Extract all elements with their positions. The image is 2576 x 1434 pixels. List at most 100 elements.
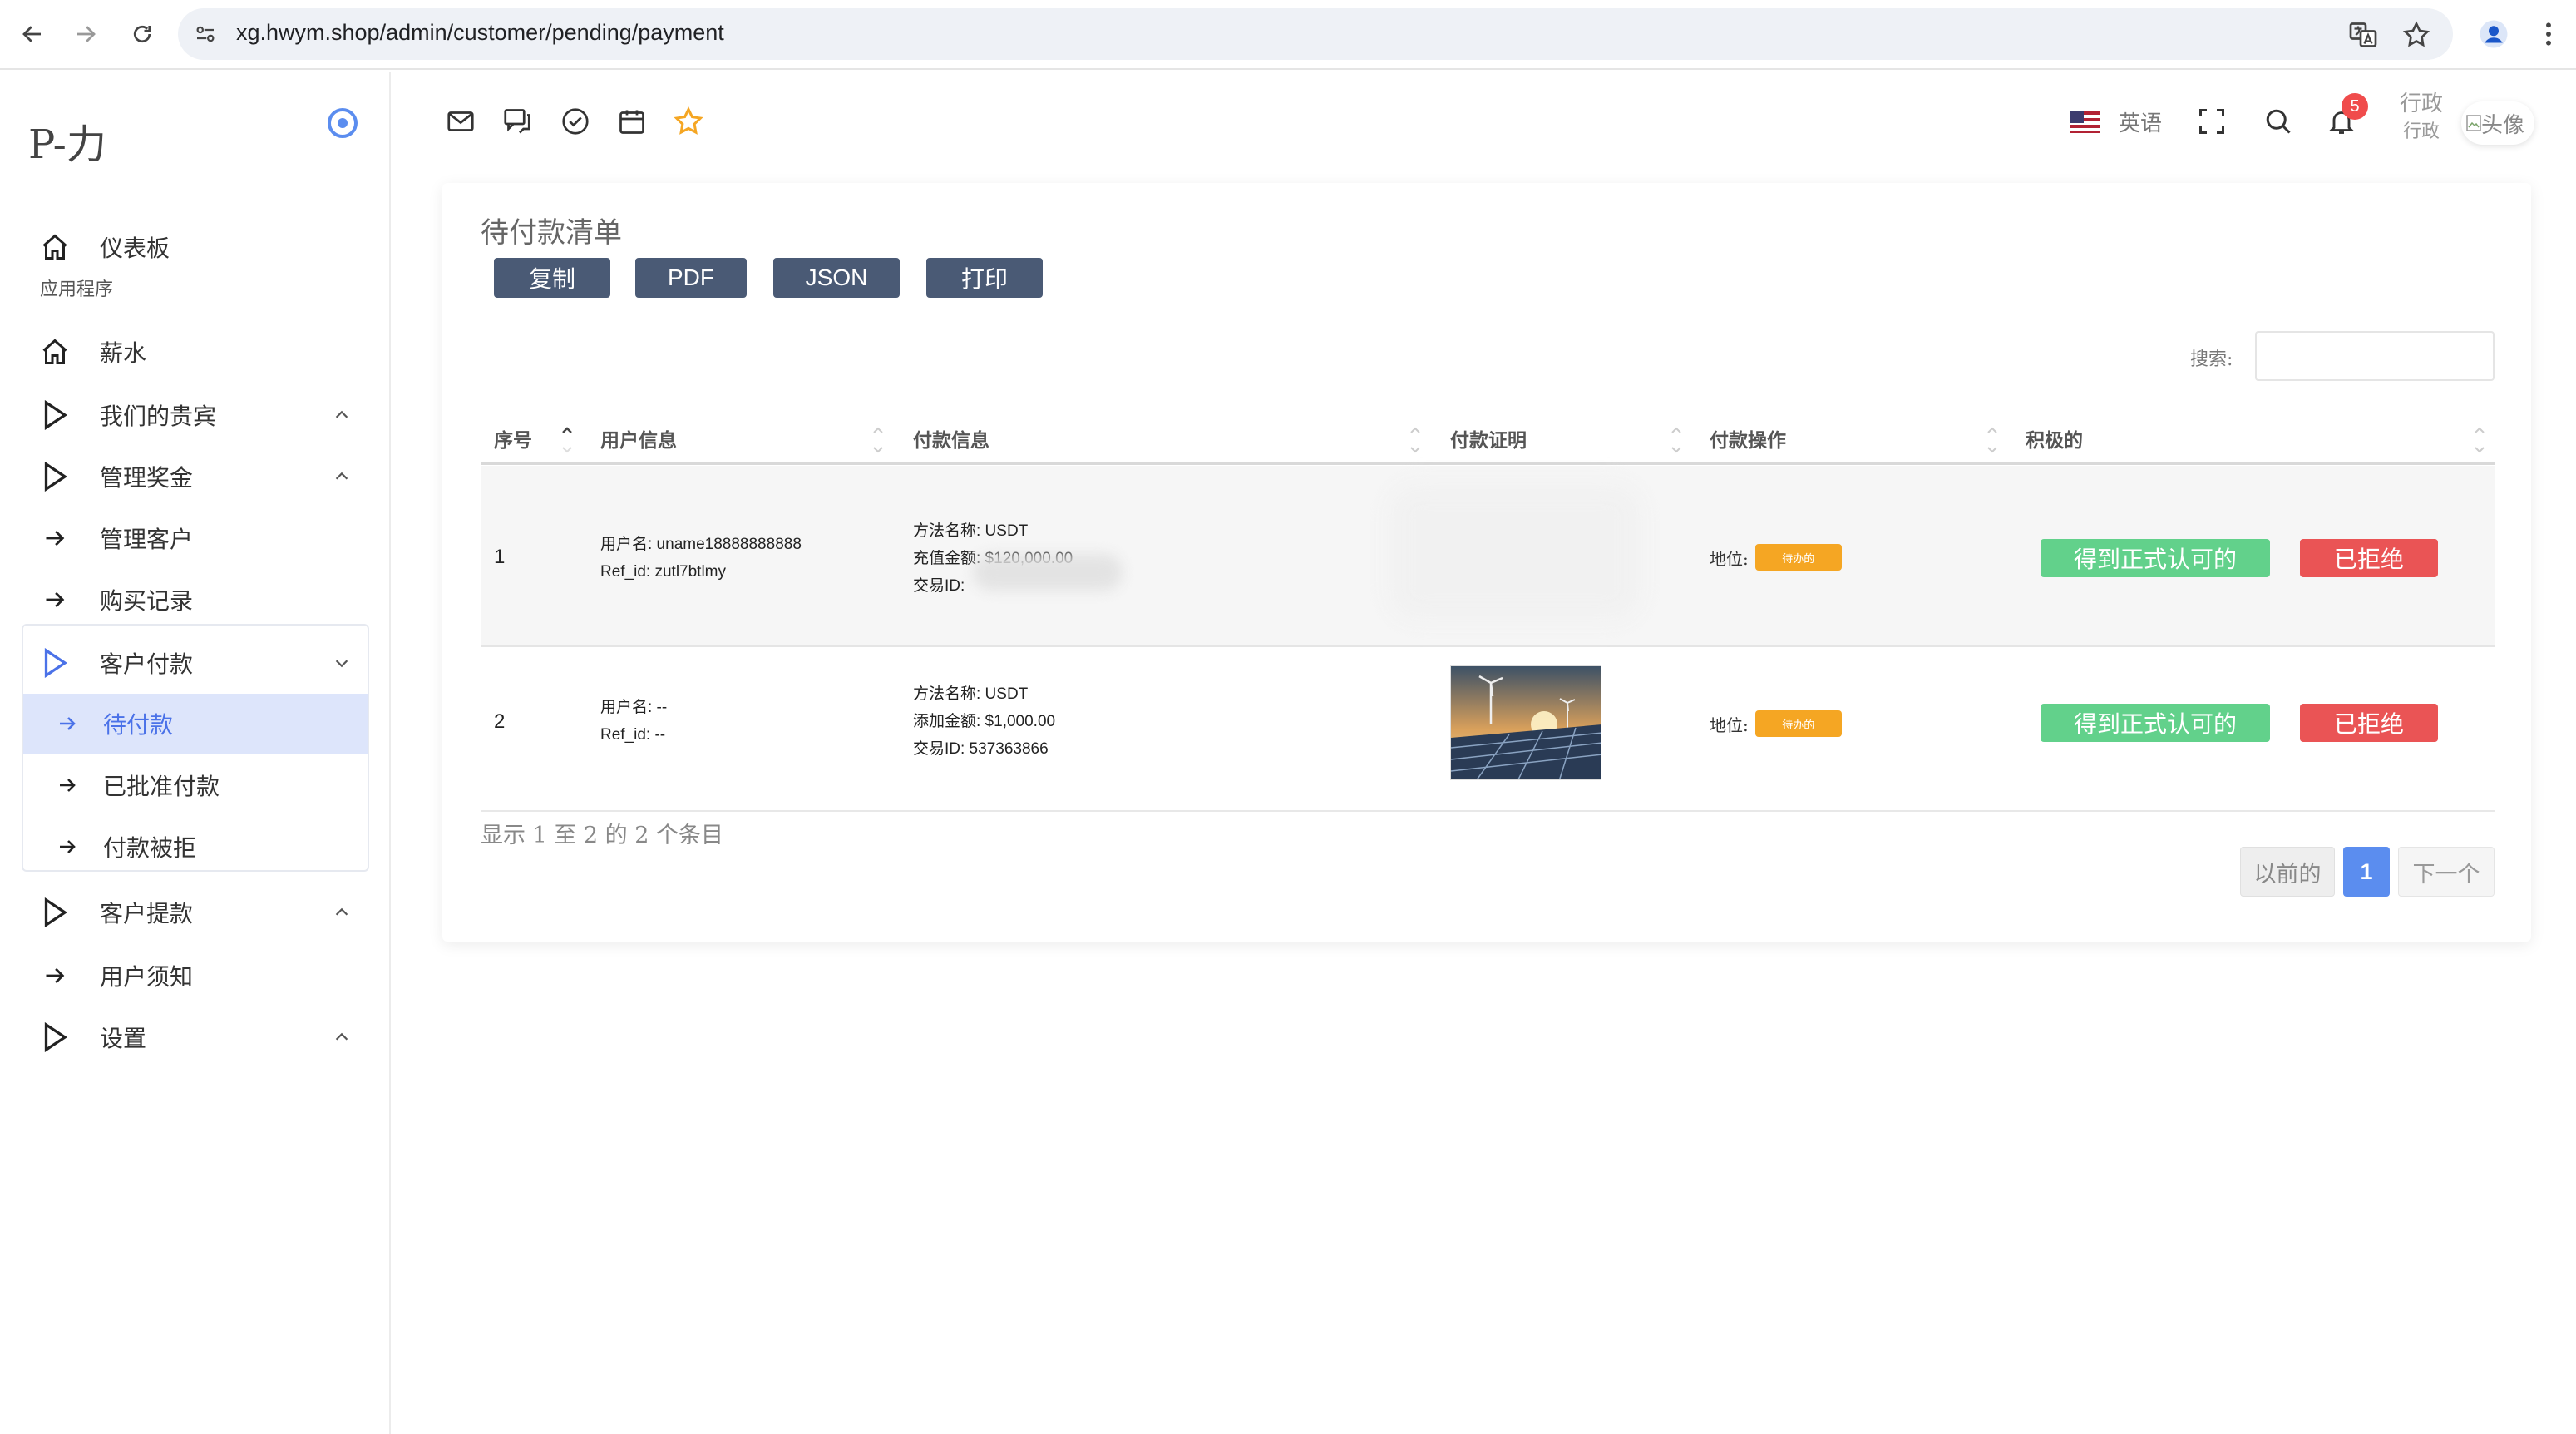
sidebar-item-settings[interactable]: 设置 — [22, 1006, 369, 1068]
page-title: 待付款清单 — [481, 216, 622, 250]
status-label: 地位: — [1710, 715, 1749, 735]
sort-icon[interactable] — [871, 421, 885, 457]
star-icon — [674, 106, 703, 135]
sort-asc-icon[interactable] — [560, 421, 574, 457]
sidebar-subitem-label: 付款被拒 — [103, 834, 197, 862]
play-icon — [37, 894, 73, 931]
status-badge: 待办的 — [1754, 544, 1842, 571]
sidebar-item-manage-customers[interactable]: 管理客户 — [22, 507, 369, 569]
reject-button[interactable]: 已拒绝 — [2300, 704, 2438, 742]
avatar-alt-text: 头像 — [2481, 112, 2525, 138]
pending-payments-card: 待付款清单 复制 PDF JSON 打印 搜索: 序号 用户信息 付款信息 付款… — [442, 183, 2531, 942]
arrow-right-icon — [37, 581, 73, 618]
sidebar-item-salary[interactable]: 薪水 — [22, 321, 369, 383]
username-line: 用户名: uname18888888888 — [600, 536, 802, 553]
search-button[interactable] — [2262, 105, 2295, 138]
favorites-button[interactable] — [672, 105, 705, 138]
user-info-cell: 用户名: -- Ref_id: -- — [600, 694, 667, 749]
table-header-divider — [481, 462, 2495, 465]
browser-chrome: xg.hwym.shop/admin/customer/pending/paym… — [0, 0, 2576, 70]
sidebar-item-customer-withdrawal[interactable]: 客户提款 — [22, 882, 369, 943]
avatar[interactable]: 头像 — [2461, 101, 2534, 145]
pdf-button[interactable]: PDF — [635, 258, 747, 298]
json-button[interactable]: JSON — [773, 258, 900, 298]
arrow-right-icon — [55, 834, 80, 859]
user-name: 行政 — [2400, 91, 2444, 116]
txid-line: 交易ID: 537363866 — [913, 740, 1049, 758]
search-icon — [2266, 109, 2291, 134]
column-header-payment-action[interactable]: 付款操作 — [1710, 424, 1786, 452]
profile-button[interactable] — [2476, 17, 2511, 52]
arrow-right-icon — [37, 520, 73, 556]
sidebar-item-label: 客户付款 — [100, 650, 194, 678]
pagination-next-button[interactable]: 下一个 — [2398, 847, 2495, 897]
payment-proof-image[interactable] — [1450, 665, 1601, 780]
address-bar[interactable]: xg.hwym.shop/admin/customer/pending/paym… — [178, 8, 2453, 60]
translate-icon[interactable] — [2348, 20, 2378, 50]
status-label: 地位: — [1710, 548, 1749, 569]
user-role: 行政 — [2403, 121, 2440, 142]
brand-title[interactable]: P-力 — [28, 111, 106, 170]
calendar-button[interactable] — [615, 105, 649, 138]
site-settings-icon[interactable] — [193, 22, 218, 47]
sidebar-item-label: 管理客户 — [100, 526, 194, 553]
user-info-cell: 用户名: uname18888888888 Ref_id: zutl7btlmy — [600, 531, 802, 586]
browser-menu-button[interactable] — [2531, 17, 2566, 52]
url-text[interactable]: xg.hwym.shop/admin/customer/pending/paym… — [236, 20, 724, 46]
sidebar-item-customer-payment[interactable]: 客户付款 — [22, 632, 369, 694]
bookmark-star-icon[interactable] — [2401, 20, 2431, 50]
chevron-up-icon — [335, 472, 348, 480]
mail-button[interactable] — [444, 105, 477, 138]
reload-button[interactable] — [123, 15, 161, 53]
back-button[interactable] — [13, 15, 52, 53]
username-line: 用户名: -- — [600, 699, 668, 716]
pagination-prev-button[interactable]: 以前的 — [2240, 847, 2335, 897]
sort-icon[interactable] — [1409, 421, 1422, 457]
column-header-active[interactable]: 积极的 — [2026, 424, 2083, 452]
column-header-user-info[interactable]: 用户信息 — [600, 424, 677, 452]
sidebar-item-label: 用户须知 — [100, 963, 194, 991]
approve-button[interactable]: 得到正式认可的 — [2041, 539, 2270, 577]
print-button[interactable]: 打印 — [926, 258, 1043, 298]
radio-dot-icon — [338, 118, 348, 128]
flag-us-icon — [2070, 111, 2100, 133]
chat-icon — [504, 109, 530, 134]
search-input[interactable] — [2255, 331, 2495, 381]
chat-button[interactable] — [501, 105, 534, 138]
forward-button[interactable] — [67, 15, 105, 53]
pagination-page-1[interactable]: 1 — [2343, 847, 2390, 897]
sort-icon[interactable] — [1986, 421, 1999, 457]
sidebar-item-label: 我们的贵宾 — [100, 403, 217, 430]
sidebar-item-user-notice[interactable]: 用户须知 — [22, 945, 369, 1006]
sidebar: P-力 仪表板 应用程序 薪水 我们的贵宾 管理奖金 管理客户 购买记录 客户付… — [0, 72, 391, 1434]
redaction-blur — [973, 554, 1123, 591]
language-selector[interactable]: 英语 — [2070, 106, 2162, 137]
ref-line: Ref_id: zutl7btlmy — [600, 563, 727, 581]
home-icon — [37, 229, 73, 265]
sort-icon[interactable] — [1670, 421, 1683, 457]
approve-button[interactable]: 得到正式认可的 — [2041, 704, 2270, 742]
column-header-index[interactable]: 序号 — [494, 424, 532, 452]
sidebar-item-dashboard[interactable]: 仪表板 — [22, 216, 369, 278]
sidebar-toggle-button[interactable] — [328, 108, 358, 138]
fullscreen-icon — [2199, 109, 2224, 134]
column-header-payment-info[interactable]: 付款信息 — [913, 424, 989, 452]
sidebar-subitem-rejected-payment[interactable]: 付款被拒 — [23, 817, 368, 877]
chevron-up-icon — [335, 907, 348, 916]
sidebar-subitem-pending-payment[interactable]: 待付款 — [23, 694, 368, 754]
sidebar-item-vip[interactable]: 我们的贵宾 — [22, 384, 369, 446]
sidebar-subitem-approved-payment[interactable]: 已批准付款 — [23, 755, 368, 815]
tasks-button[interactable] — [559, 105, 592, 138]
user-menu[interactable]: 行政 行政 — [2400, 90, 2443, 146]
copy-button[interactable]: 复制 — [494, 258, 610, 298]
reject-button[interactable]: 已拒绝 — [2300, 539, 2438, 577]
arrow-right-icon — [37, 957, 73, 994]
sort-icon[interactable] — [2473, 421, 2486, 457]
sidebar-item-purchase-records[interactable]: 购买记录 — [22, 569, 369, 630]
kebab-menu-icon — [2546, 22, 2551, 46]
arrow-right-icon — [55, 711, 80, 736]
fullscreen-button[interactable] — [2195, 105, 2228, 138]
column-header-payment-proof[interactable]: 付款证明 — [1450, 424, 1527, 452]
profile-icon — [2480, 20, 2508, 48]
sidebar-item-bonus[interactable]: 管理奖金 — [22, 446, 369, 507]
